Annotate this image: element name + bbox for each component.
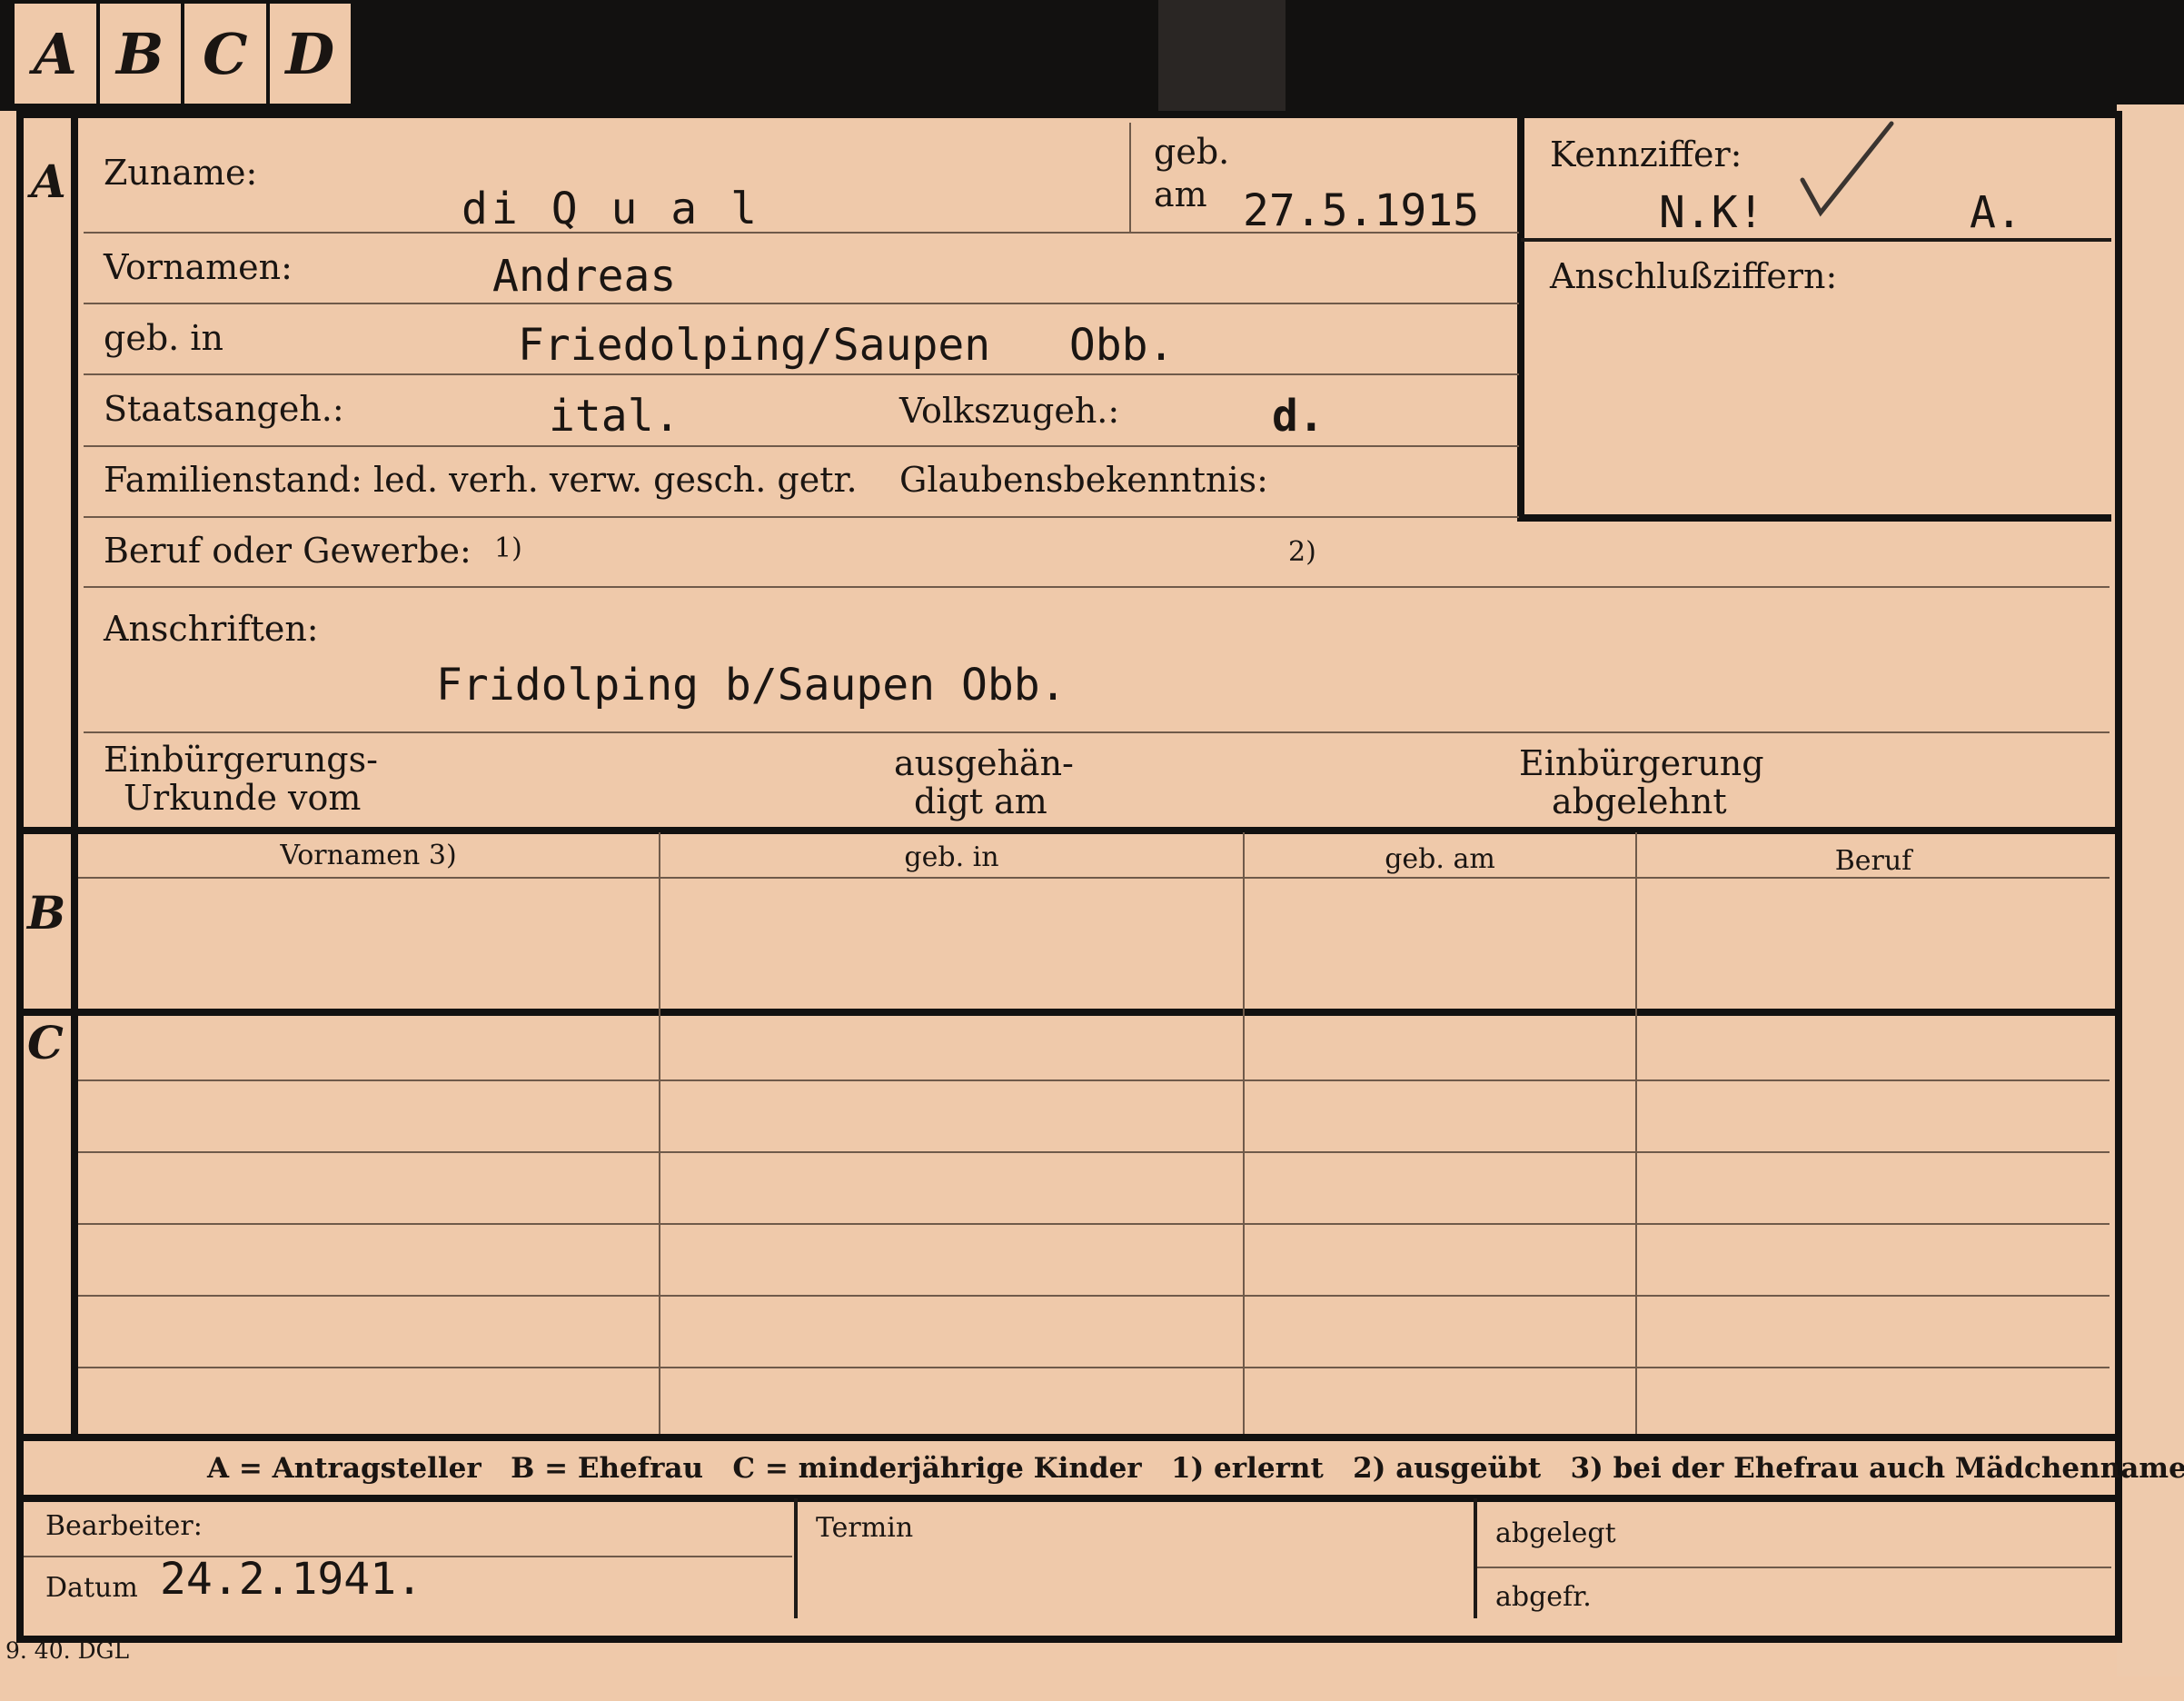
kennziffer-box-left: [1517, 116, 1524, 522]
rule-c-row-1: [78, 1079, 2110, 1081]
staatsangeh-value: ital.: [549, 391, 680, 442]
vornamen-label: Vornamen:: [104, 247, 293, 287]
rule-c-row-2: [78, 1151, 2110, 1153]
glaubensbekenntnis-label: Glaubensbekenntnis:: [899, 460, 1268, 500]
rule-geb-in: [84, 373, 1519, 375]
rule-table-end: [20, 1434, 2115, 1441]
staatsangeh-label: Staatsangeh.:: [104, 389, 344, 429]
zuname-value: di Q u a l: [462, 184, 760, 234]
top-binder-slot: [1158, 0, 1286, 111]
einbuergerung-abgelehnt-label-1: Einbürgerung: [1519, 743, 1764, 783]
anschrift-value: Fridolping b/Saupen Obb.: [436, 660, 1067, 711]
rule-c-row-4: [78, 1295, 2110, 1297]
einbuergerungs-label-1: Einbürgerungs-: [104, 740, 378, 780]
ausgehaendigt-label-1: ausgehän-: [894, 743, 1074, 783]
left-section-rule: [71, 116, 78, 1434]
rule-abgelegt: [1477, 1567, 2111, 1568]
datum-value: 24.2.1941.: [160, 1554, 422, 1605]
bearbeiter-label: Bearbeiter:: [45, 1510, 203, 1542]
check-mark-icon: [1800, 121, 1894, 217]
familienstand-label: Familienstand: led. verh. verw. gesch. g…: [104, 460, 858, 500]
geb-am-value: 27.5.1915: [1243, 185, 1480, 236]
col-rule-2: [1243, 832, 1245, 1434]
rule-anschriften: [84, 731, 2110, 733]
tab-a[interactable]: A: [15, 4, 100, 104]
col-rule-1: [659, 832, 660, 1434]
footnote-legend: A = Antragsteller B = Ehefrau C = minder…: [207, 1452, 2184, 1485]
anschriften-label: Anschriften:: [104, 609, 319, 649]
index-tabs: A B C D: [11, 0, 354, 107]
section-letter-b: B: [27, 886, 66, 940]
rule-footnote-end: [20, 1495, 2115, 1502]
kennziffer-value: N.K!: [1659, 187, 1764, 238]
kennziffer-label: Kennziffer:: [1550, 134, 1742, 174]
geb-in-value: Friedolping/Saupen Obb.: [518, 320, 1175, 371]
geb-label: geb.: [1154, 132, 1230, 172]
ausgehaendigt-label-2: digt am: [914, 781, 1047, 821]
kennziffer-box-divider: [1521, 238, 2111, 242]
rule-staatsangeh: [84, 445, 1519, 447]
rule-c-row-3: [78, 1223, 2110, 1225]
rule-beruf: [84, 586, 2110, 588]
rule-section-b-end: [20, 1009, 2115, 1016]
rule-c-row-5: [78, 1367, 2110, 1368]
geb-in-label: geb. in: [104, 318, 223, 358]
rule-vornamen: [84, 303, 1519, 304]
office-divider-1: [794, 1498, 798, 1618]
einbuergerung-abgelehnt-label-2: abgelehnt: [1552, 781, 1727, 821]
beruf-label: Beruf oder Gewerbe:: [104, 531, 472, 571]
termin-label: Termin: [816, 1512, 914, 1544]
kennziffer-box-bottom: [1521, 514, 2111, 522]
footnote-ref-2: 2): [1288, 536, 1316, 568]
am-label: am: [1154, 174, 1207, 214]
card-right-edge: [2117, 104, 2184, 1676]
abgefr-label: abgefr.: [1495, 1581, 1592, 1613]
rule-familienstand: [84, 516, 1519, 518]
col-header-geb-in: geb. in: [904, 841, 999, 873]
volkszugeh-value: d.: [1272, 391, 1325, 442]
anschlussziffern-label: Anschlußziffern:: [1550, 256, 1838, 296]
tab-d[interactable]: D: [270, 4, 352, 104]
section-letter-a: A: [31, 154, 66, 208]
print-code: 9. 40. DGL: [5, 1637, 130, 1664]
vornamen-value: Andreas: [492, 251, 677, 302]
abgelegt-label: abgelegt: [1495, 1517, 1616, 1549]
kennziffer-suffix: A.: [1970, 187, 2022, 238]
tab-b[interactable]: B: [100, 4, 184, 104]
rule-section-a-end: [20, 827, 2115, 834]
col-rule-3: [1635, 832, 1637, 1434]
zuname-label: Zuname:: [104, 153, 258, 193]
volkszugeh-label: Volkszugeh.:: [899, 391, 1120, 431]
einbuergerungs-label-2: Urkunde vom: [124, 778, 362, 818]
col-header-geb-am: geb. am: [1385, 843, 1495, 875]
section-letter-c: C: [27, 1016, 64, 1069]
tab-c[interactable]: C: [184, 4, 270, 104]
geb-divider: [1129, 123, 1131, 232]
office-divider-2: [1474, 1498, 1477, 1618]
datum-label: Datum: [45, 1572, 138, 1604]
rule-table-header: [78, 877, 2110, 879]
col-header-beruf: Beruf: [1834, 845, 1912, 877]
col-header-vornamen: Vornamen 3): [280, 840, 457, 871]
footnote-ref-1: 1): [494, 532, 522, 564]
